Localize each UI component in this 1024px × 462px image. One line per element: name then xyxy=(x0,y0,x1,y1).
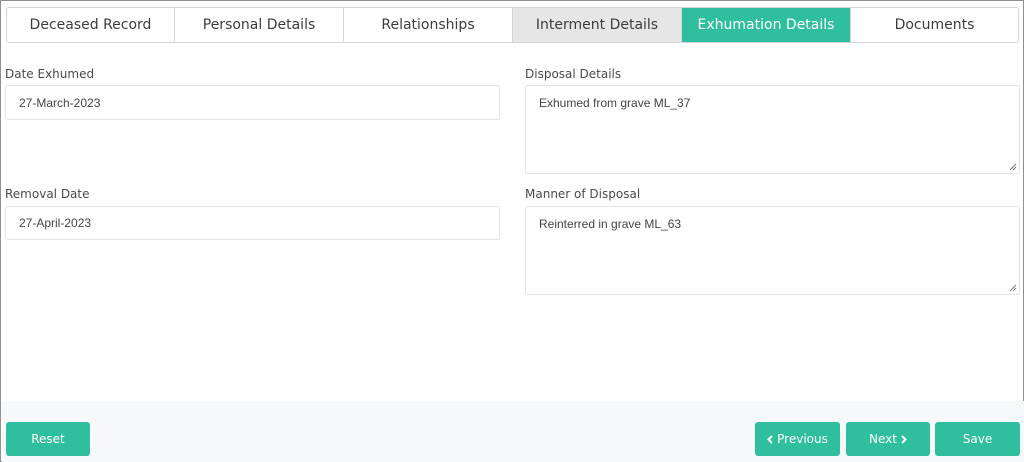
disposal-details-label: Disposal Details xyxy=(525,67,622,81)
previous-button-label: Previous xyxy=(777,432,828,446)
disposal-details-textarea[interactable]: Exhumed from grave ML_37 xyxy=(525,85,1020,174)
resize-grip-icon[interactable] xyxy=(1009,284,1017,292)
chevron-left-icon xyxy=(767,434,773,444)
save-button-label: Save xyxy=(962,432,993,446)
record-tabs: Deceased Record Personal Details Relatio… xyxy=(6,7,1019,43)
tab-personal-details[interactable]: Personal Details xyxy=(175,8,344,42)
next-button[interactable]: Next xyxy=(846,422,930,456)
tab-exhumation-details[interactable]: Exhumation Details xyxy=(682,8,851,42)
manner-of-disposal-label: Manner of Disposal xyxy=(525,187,641,201)
removal-date-input[interactable]: 27-April-2023 xyxy=(5,206,500,240)
next-button-label: Next xyxy=(869,432,897,446)
exhumation-form-window: Deceased Record Personal Details Relatio… xyxy=(0,0,1024,462)
tab-interment-details[interactable]: Interment Details xyxy=(513,8,682,42)
reset-button[interactable]: Reset xyxy=(6,422,90,456)
manner-of-disposal-value: Reinterred in grave ML_63 xyxy=(539,217,682,231)
resize-grip-icon[interactable] xyxy=(1009,163,1017,171)
date-exhumed-input[interactable]: 27-March-2023 xyxy=(5,85,500,120)
chevron-right-icon xyxy=(901,434,907,444)
previous-button[interactable]: Previous xyxy=(755,422,840,456)
removal-date-label: Removal Date xyxy=(5,187,90,201)
tab-documents[interactable]: Documents xyxy=(851,8,1018,42)
date-exhumed-label: Date Exhumed xyxy=(5,67,95,81)
reset-button-label: Reset xyxy=(31,432,65,446)
tab-deceased-record[interactable]: Deceased Record xyxy=(7,8,175,42)
manner-of-disposal-textarea[interactable]: Reinterred in grave ML_63 xyxy=(525,206,1020,295)
disposal-details-value: Exhumed from grave ML_37 xyxy=(539,96,691,110)
tab-relationships[interactable]: Relationships xyxy=(344,8,513,42)
save-button[interactable]: Save xyxy=(935,422,1020,456)
